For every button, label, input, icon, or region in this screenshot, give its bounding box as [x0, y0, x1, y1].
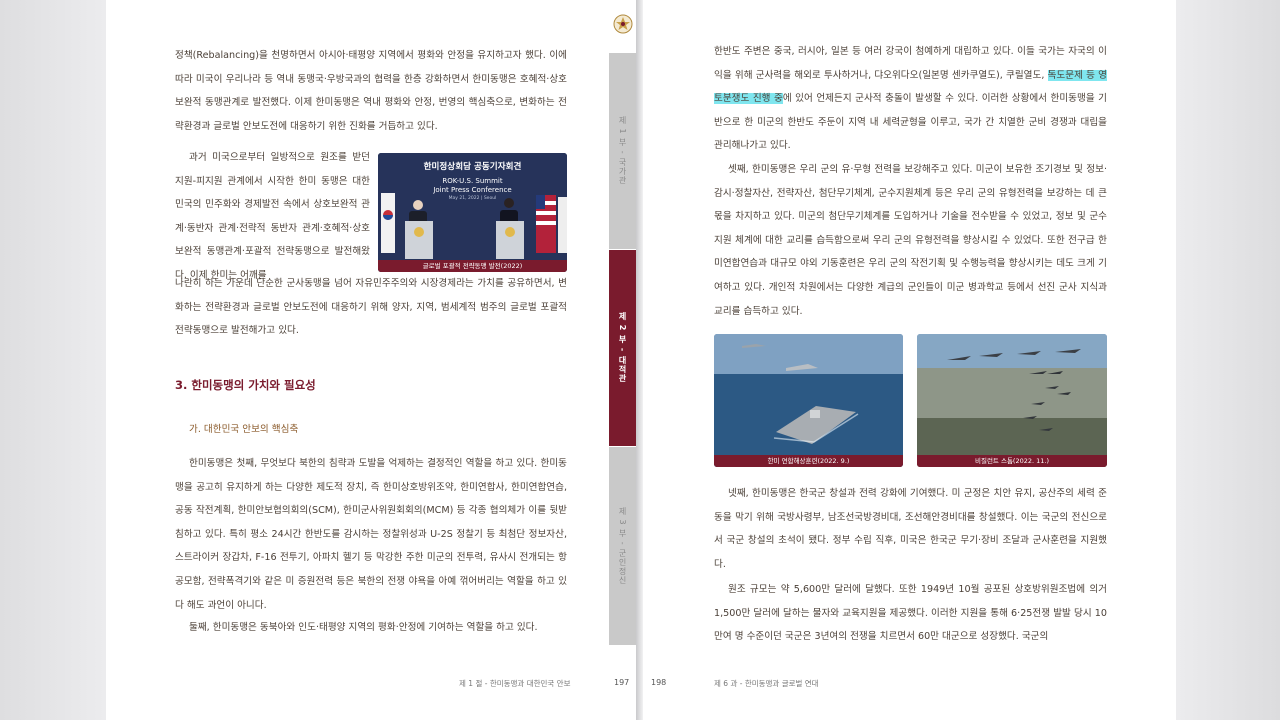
- paragraph-intro: 정책(Rebalancing)을 천명하면서 아시아·태평양 지역에서 평화와 …: [175, 50, 567, 132]
- paragraph-history: 과거 미국으로부터 일방적으로 원조를 받던 지원-피지원 관계에서 시작한 한…: [175, 152, 370, 281]
- emblem-icon: [613, 14, 633, 34]
- naval-exercise-caption: 한미 연합해상훈련(2022. 9.): [714, 455, 903, 467]
- paragraph-deterrence: 한미동맹은 첫째, 무엇보다 북한의 침략과 도발을 억제하는 결정적인 역할을…: [175, 458, 567, 611]
- left-page: 정책(Rebalancing)을 천명하면서 아시아·태평양 지역에서 평화와 …: [106, 0, 636, 720]
- paragraph-founding: 넷째, 한미동맹은 한국군 창설과 전력 강화에 기여했다. 미 군정은 치안 …: [714, 488, 1107, 570]
- air-exercise-caption: 비질런트 스톰(2022. 11.): [917, 455, 1107, 467]
- summit-photo-subtitle2: Joint Press Conference: [433, 186, 512, 194]
- air-exercise-photo: 비질런트 스톰(2022. 11.): [917, 334, 1107, 467]
- summit-photo-title: 한미정상회담 공동기자회견: [423, 162, 522, 172]
- naval-exercise-photo: 한미 연합해상훈련(2022. 9.): [714, 334, 903, 467]
- section-heading: 3. 한미동맹의 가치와 필요성: [175, 378, 316, 392]
- right-page-number: 198: [651, 678, 667, 687]
- part-tabs: 제 1 부 - 국가관 제 2 부 - 대적관 제 3 부 - 군인정신: [609, 0, 636, 720]
- book-gutter: [636, 0, 643, 720]
- tab-part-2[interactable]: 제 2 부 - 대적관: [609, 250, 636, 446]
- summit-photo-subtitle1: ROK-U.S. Summit: [442, 177, 503, 185]
- summit-photo: 한미정상회담 공동기자회견 ROK-U.S. Summit Joint Pres…: [378, 153, 567, 272]
- paragraph-history-continued: 나란히 하는 가운데 단순한 군사동맹을 넘어 자유민주주의와 시장경제라는 가…: [175, 278, 567, 337]
- paragraph-regional-balance: 한반도 주변은 중국, 러시아, 일본 등 여러 강국이 첨예하게 대립하고 있…: [714, 46, 1107, 152]
- summit-photo-caption: 글로벌 포괄적 전략동맹 발전(2022): [378, 260, 567, 272]
- paragraph-aid: 원조 규모는 약 5,600만 달러에 달했다. 또한 1949년 10월 공포…: [714, 584, 1107, 643]
- right-page: 한반도 주변은 중국, 러시아, 일본 등 여러 강국이 첨예하게 대립하고 있…: [643, 0, 1176, 720]
- bombers-scene: [917, 334, 1107, 467]
- paragraph-regional: 둘째, 한미동맹은 동북아와 인도·태평양 지역의 평화·안정에 기여하는 역할…: [189, 622, 538, 633]
- tab-part-1[interactable]: 제 1 부 - 국가관: [609, 53, 636, 249]
- background-right: [1176, 0, 1280, 720]
- carrier-scene: [714, 334, 903, 467]
- right-page-footer: 제 6 과 - 한미동맹과 글로벌 연대: [714, 679, 819, 688]
- summit-photo-date: May 21, 2022 | Seoul: [448, 196, 497, 201]
- section-subheading: 가. 대한민국 안보의 핵심축: [189, 424, 299, 435]
- background-left: [0, 0, 106, 720]
- left-page-footer: 제 1 절 - 한미동맹과 대한민국 안보: [459, 679, 571, 688]
- paragraph-capability: 셋째, 한미동맹은 우리 군의 유·무형 전력을 보강해주고 있다. 미군이 보…: [714, 164, 1107, 317]
- tab-part-3[interactable]: 제 3 부 - 군인정신: [609, 447, 636, 645]
